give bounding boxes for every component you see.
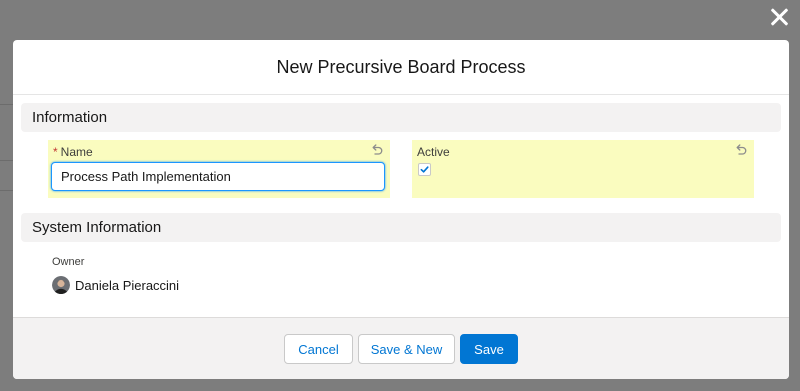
name-label-text: Name bbox=[60, 145, 93, 159]
modal-title: New Precursive Board Process bbox=[276, 56, 526, 77]
name-input[interactable] bbox=[51, 162, 385, 191]
section-system-information[interactable]: System Information bbox=[21, 213, 781, 242]
close-icon[interactable] bbox=[768, 6, 790, 28]
background-divider bbox=[0, 190, 14, 191]
save-and-new-button[interactable]: Save & New bbox=[358, 334, 455, 364]
cancel-button[interactable]: Cancel bbox=[284, 334, 353, 364]
owner-value: Daniela Pieraccini bbox=[52, 276, 179, 294]
active-field: Active bbox=[412, 140, 754, 198]
name-label: * Name bbox=[53, 145, 93, 159]
section-information[interactable]: Information bbox=[21, 103, 781, 132]
active-label: Active bbox=[417, 145, 450, 159]
avatar bbox=[52, 276, 70, 294]
required-marker: * bbox=[53, 145, 58, 159]
background-divider bbox=[0, 104, 14, 105]
background-divider bbox=[0, 160, 14, 161]
undo-icon[interactable] bbox=[370, 143, 384, 157]
owner-label: Owner bbox=[52, 256, 85, 268]
modal-header: New Precursive Board Process bbox=[13, 40, 789, 95]
new-record-modal: New Precursive Board Process Information… bbox=[13, 40, 789, 379]
name-field: * Name bbox=[48, 140, 390, 198]
owner-name[interactable]: Daniela Pieraccini bbox=[75, 278, 179, 293]
active-checkbox[interactable] bbox=[418, 163, 431, 176]
modal-footer: Cancel Save & New Save bbox=[13, 317, 789, 379]
check-icon bbox=[420, 166, 429, 173]
save-button[interactable]: Save bbox=[460, 334, 518, 364]
undo-icon[interactable] bbox=[734, 143, 748, 157]
